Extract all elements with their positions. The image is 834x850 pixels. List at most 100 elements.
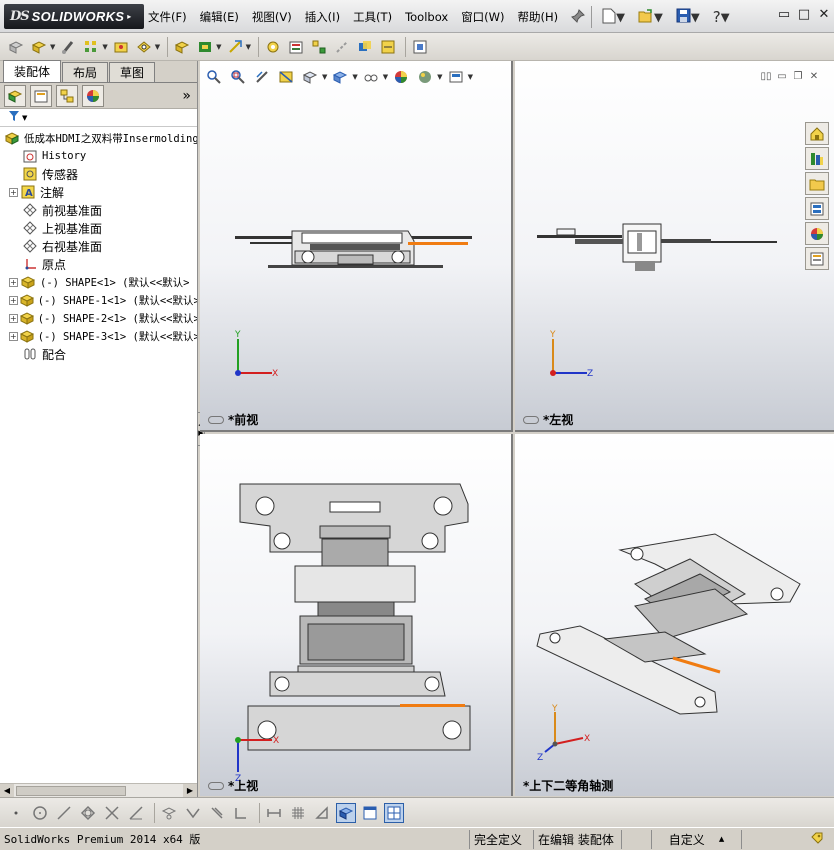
edit-component-icon[interactable] (6, 37, 26, 57)
fillet-icon[interactable] (231, 803, 251, 823)
help-dropdown-arrow-icon[interactable]: ▼ (721, 10, 730, 24)
features-dropdown-icon[interactable]: ▼ (216, 43, 221, 51)
tile-horizontal-icon[interactable]: ▭ (774, 71, 790, 85)
previous-view-icon[interactable] (252, 67, 272, 87)
triangle-icon[interactable] (312, 803, 332, 823)
custom-properties-icon[interactable] (805, 247, 829, 270)
tree-horizontal-scrollbar[interactable]: ◀ ▶ (0, 783, 197, 798)
tree-root-assembly[interactable]: 低成本HDMI之双料带Insermolding (0, 129, 197, 147)
scroll-left-icon[interactable]: ◀ (0, 783, 14, 798)
tree-item-top-plane[interactable]: 上视基准面 (0, 219, 197, 237)
apply-scene-dropdown-icon[interactable]: ▼ (437, 73, 442, 81)
status-units[interactable]: 自定义 ▲ (652, 829, 742, 849)
assembly-features-icon[interactable] (195, 37, 215, 57)
viewport-top[interactable]: X Z *上视 (200, 434, 513, 796)
display-manager-icon[interactable] (82, 84, 104, 107)
move-component-icon[interactable] (134, 37, 154, 57)
tree-item-right-plane[interactable]: 右视基准面 (0, 237, 197, 255)
edit-appearance-icon[interactable] (391, 67, 411, 87)
restore-view-icon[interactable]: ❐ (790, 71, 806, 85)
filter-icon[interactable] (8, 110, 20, 125)
menu-view[interactable]: 视图(V) (252, 9, 292, 25)
convert-entities-icon[interactable] (183, 803, 203, 823)
instant3d-icon[interactable] (410, 37, 430, 57)
tree-item-mates[interactable]: 配合 (0, 345, 197, 363)
zoom-to-fit-icon[interactable] (204, 67, 224, 87)
apply-scene-icon[interactable] (415, 67, 435, 87)
line-icon[interactable] (54, 803, 74, 823)
tree-item-origin[interactable]: 原点 (0, 255, 197, 273)
open-icon[interactable] (638, 8, 654, 26)
clearance-verification-icon[interactable] (378, 37, 398, 57)
appearances-icon[interactable] (805, 222, 829, 245)
tile-vertical-icon[interactable]: ▯▯ (758, 71, 774, 85)
extend-icon[interactable] (126, 803, 146, 823)
menu-edit[interactable]: 编辑(E) (200, 9, 239, 25)
tree-item-front-plane[interactable]: 前视基准面 (0, 201, 197, 219)
viewport-front[interactable]: Y X *前视 (200, 61, 513, 432)
shaded-display-icon[interactable] (336, 802, 356, 823)
new-document-icon[interactable] (602, 8, 616, 27)
interference-detection-icon[interactable] (355, 37, 375, 57)
scrollbar-thumb[interactable] (16, 785, 126, 796)
save-dropdown-arrow-icon[interactable]: ▼ (691, 10, 700, 24)
tree-item-annotations[interactable]: + A 注解 (0, 183, 197, 201)
bill-of-materials-icon[interactable] (286, 37, 306, 57)
polygon-icon[interactable] (78, 803, 98, 823)
insert-components-icon[interactable] (29, 37, 49, 57)
help-question-icon[interactable]: ? (713, 8, 721, 26)
tab-assembly[interactable]: 装配体 (3, 60, 62, 82)
offset-icon[interactable] (207, 803, 227, 823)
menu-file[interactable]: 文件(F) (148, 9, 187, 25)
trim-icon[interactable] (102, 803, 122, 823)
zoom-to-area-icon[interactable] (228, 67, 248, 87)
tree-item-shape-3[interactable]: + (-) SHAPE-3<1> (默认<<默认> (0, 327, 197, 345)
feature-manager-tree-icon[interactable] (4, 84, 26, 107)
solidworks-resources-icon[interactable] (805, 122, 829, 145)
solidworks-logo[interactable]: DS SOLIDWORKS ▸ (4, 4, 144, 29)
point-icon[interactable] (6, 803, 26, 823)
tree-item-shape-2[interactable]: + (-) SHAPE-2<1> (默认<<默认> (0, 309, 197, 327)
new-motion-study-icon[interactable] (263, 37, 283, 57)
tree-item-history[interactable]: History (0, 147, 197, 165)
save-icon[interactable] (676, 8, 691, 26)
more-tabs-icon[interactable]: » (182, 88, 191, 104)
viewport-isometric[interactable]: Y X Z *上下二等角轴测 (515, 434, 834, 796)
tree-item-sensors[interactable]: 传感器 (0, 165, 197, 183)
maximize-icon[interactable]: □ (794, 4, 814, 24)
viewport-left[interactable]: ▯▯ ▭ ❐ ✕ Y Z *左视 (515, 61, 834, 432)
hide-show-items-icon[interactable] (361, 67, 381, 87)
tree-filter[interactable]: ▼ (0, 109, 197, 127)
menu-help[interactable]: 帮助(H) (518, 9, 559, 25)
view-settings-icon[interactable] (446, 67, 466, 87)
rebuild-tag-icon[interactable] (810, 831, 824, 848)
tab-sketch[interactable]: 草图 (109, 62, 156, 82)
link-views-icon[interactable] (208, 415, 224, 424)
circle-icon[interactable] (30, 803, 50, 823)
pattern-dropdown-icon[interactable]: ▼ (102, 43, 107, 51)
minimize-icon[interactable]: ▭ (774, 4, 794, 24)
exploded-view-icon[interactable] (309, 37, 329, 57)
reference-geometry-dropdown-icon[interactable]: ▼ (246, 43, 251, 51)
expand-toggle-icon[interactable]: + (9, 295, 18, 305)
dimension-icon[interactable] (264, 803, 284, 823)
tree-item-shape-1[interactable]: + (-) SHAPE-1<1> (默认<<默认> (0, 291, 197, 309)
menu-insert[interactable]: 插入(I) (305, 9, 340, 25)
expand-toggle-icon[interactable]: + (9, 187, 18, 197)
show-hidden-components-icon[interactable] (172, 37, 192, 57)
file-explorer-icon[interactable] (805, 172, 829, 195)
smart-fasteners-icon[interactable] (111, 37, 131, 57)
new-dropdown-arrow-icon[interactable]: ▼ (616, 10, 625, 24)
view-settings-dropdown-icon[interactable]: ▼ (468, 73, 473, 81)
design-library-icon[interactable] (805, 147, 829, 170)
filter-dropdown-icon[interactable]: ▼ (22, 114, 27, 122)
linear-pattern-icon[interactable] (81, 37, 101, 57)
hide-show-dropdown-icon[interactable]: ▼ (383, 73, 388, 81)
section-view-icon[interactable] (276, 67, 296, 87)
close-icon[interactable]: ✕ (814, 4, 834, 24)
view-orientation-dropdown-icon[interactable]: ▼ (322, 73, 327, 81)
property-manager-icon[interactable] (30, 84, 52, 107)
four-view-icon[interactable] (384, 802, 404, 823)
menu-toolbox[interactable]: Toolbox (405, 10, 448, 24)
reference-geometry-icon[interactable] (225, 37, 245, 57)
